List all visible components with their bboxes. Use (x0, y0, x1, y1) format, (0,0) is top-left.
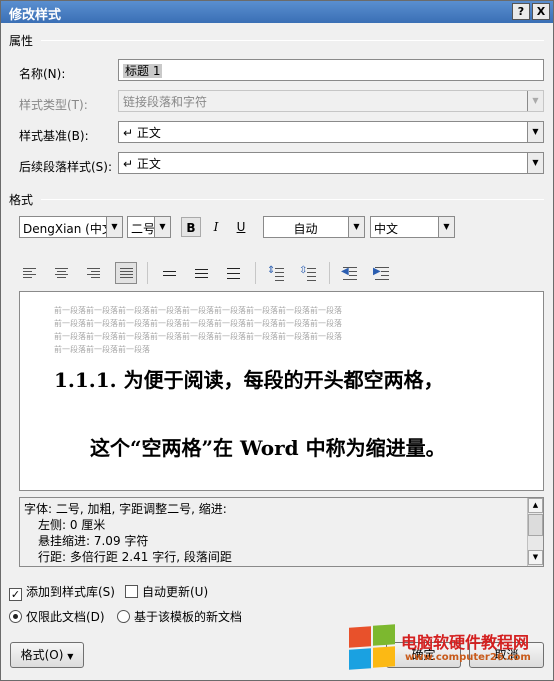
toolbar-divider (255, 262, 256, 284)
preview-heading-line2: 这个“空两格”在 Word 中称为缩进量。 (90, 436, 446, 460)
new-documents-label: 基于该模板的新文档 (134, 610, 243, 624)
windows-logo-watermark (347, 623, 397, 671)
toolbar-divider (329, 262, 330, 284)
name-value: 标题 1 (123, 64, 163, 78)
chevron-down-icon[interactable]: ▼ (154, 217, 170, 237)
chevron-down-icon[interactable]: ▼ (348, 217, 364, 237)
description-line: 悬挂缩进: 7.09 字符 (38, 534, 149, 548)
chevron-down-icon: ▼ (67, 652, 74, 661)
name-label: 名称(N): (19, 67, 66, 81)
radio-selected-icon[interactable] (9, 610, 22, 623)
decrease-paragraph-spacing-icon[interactable]: ⇳ (297, 262, 319, 284)
size-value: 二号 (131, 222, 156, 236)
chevron-down-icon[interactable]: ▼ (438, 217, 454, 237)
watermark-url: www.computer26.com (405, 652, 531, 663)
bold-button[interactable]: B (181, 217, 201, 237)
font-color-value: 自动 (293, 222, 318, 236)
style-type-label: 样式类型(T): (19, 98, 88, 112)
scroll-down-icon[interactable]: ▼ (528, 550, 543, 565)
dialog-title: 修改样式 (9, 8, 62, 23)
preview-pane: 前一段落前一段落前一段落前一段落前一段落前一段落前一段落前一段落前一段落 前一段… (19, 291, 544, 491)
style-type-select: 链接段落和字符 ▼ (118, 90, 544, 112)
size-select[interactable]: 二号 ▼ (127, 216, 171, 238)
checkmark-icon[interactable]: ✓ (9, 588, 22, 601)
chevron-down-icon[interactable]: ▼ (106, 217, 122, 237)
preview-heading-line1: 1.1.1. 为便于阅读，每段的开头都空两格， (54, 368, 444, 392)
align-center-icon[interactable] (51, 262, 73, 284)
align-right-icon[interactable] (83, 262, 105, 284)
modify-style-dialog: 修改样式 ? X 属性 名称(N): 标题 1 样式类型(T): 链接段落和字符… (0, 0, 554, 681)
scroll-up-icon[interactable]: ▲ (528, 498, 543, 513)
format-separator (41, 199, 544, 200)
close-button[interactable]: X (532, 3, 550, 20)
font-select[interactable]: DengXian (中文 ▼ (19, 216, 123, 238)
increase-indent-icon[interactable]: ▶ (371, 262, 393, 284)
auto-update-label: 自动更新(U) (142, 585, 209, 599)
single-spacing-icon[interactable] (159, 262, 181, 284)
previous-paragraph-text: 前一段落前一段落前一段落前一段落前一段落前一段落前一段落前一段落前一段落 (54, 306, 342, 315)
checkbox-icon[interactable] (125, 585, 138, 598)
name-input[interactable]: 标题 1 (118, 59, 544, 81)
justify-icon[interactable] (115, 262, 137, 284)
double-spacing-icon[interactable] (223, 262, 245, 284)
based-on-select[interactable]: ↵ 正文 ▼ (118, 121, 544, 143)
chevron-down-icon: ▼ (527, 91, 543, 111)
based-on-value: ↵ 正文 (123, 126, 161, 140)
new-documents-radio[interactable]: 基于该模板的新文档 (117, 608, 242, 625)
chevron-down-icon[interactable]: ▼ (527, 153, 543, 173)
next-style-value: ↵ 正文 (123, 157, 161, 171)
add-to-gallery-label: 添加到样式库(S) (26, 585, 115, 599)
decrease-indent-icon[interactable]: ◀ (339, 262, 361, 284)
scroll-thumb[interactable] (528, 514, 543, 536)
based-on-label: 样式基准(B): (19, 129, 89, 143)
one-half-spacing-icon[interactable] (191, 262, 213, 284)
style-description: 字体: 二号, 加粗, 字距调整二号, 缩进: 左侧: 0 厘米 悬挂缩进: 7… (19, 497, 544, 567)
description-line: 字体: 二号, 加粗, 字距调整二号, 缩进: (24, 502, 227, 516)
chevron-down-icon[interactable]: ▼ (527, 122, 543, 142)
previous-paragraph-text: 前一段落前一段落前一段落 (54, 345, 150, 354)
description-line: 左侧: 0 厘米 (38, 518, 106, 532)
align-left-icon[interactable] (19, 262, 41, 284)
radio-icon[interactable] (117, 610, 130, 623)
properties-separator (41, 40, 544, 41)
toolbar-divider (147, 262, 148, 284)
style-type-value: 链接段落和字符 (123, 95, 208, 109)
format-button-label: 格式(O) (20, 648, 64, 662)
watermark-text: 电脑软硬件教程网 (401, 633, 530, 652)
only-this-document-radio[interactable]: 仅限此文档(D) (9, 608, 105, 625)
font-value: DengXian (中文 (23, 222, 114, 236)
add-to-gallery-checkbox[interactable]: ✓ 添加到样式库(S) (9, 583, 115, 601)
language-value: 中文 (374, 222, 399, 236)
italic-button[interactable]: I (206, 217, 226, 237)
increase-paragraph-spacing-icon[interactable]: ⇕ (265, 262, 287, 284)
description-scrollbar[interactable]: ▲ ▼ (527, 498, 543, 566)
font-color-select[interactable]: 自动 ▼ (263, 216, 365, 238)
description-line: 行距: 多倍行距 2.41 字行, 段落间距 (38, 550, 232, 564)
language-select[interactable]: 中文 ▼ (370, 216, 455, 238)
title-bar: 修改样式 ? X (1, 1, 553, 23)
auto-update-checkbox[interactable]: 自动更新(U) (125, 583, 208, 600)
format-heading: 格式 (9, 193, 34, 207)
previous-paragraph-text: 前一段落前一段落前一段落前一段落前一段落前一段落前一段落前一段落前一段落 (54, 332, 342, 341)
underline-button[interactable]: U (231, 217, 251, 237)
properties-heading: 属性 (9, 34, 34, 48)
help-button[interactable]: ? (512, 3, 530, 20)
format-menu-button[interactable]: 格式(O) ▼ (10, 642, 84, 668)
next-style-label: 后续段落样式(S): (19, 160, 113, 174)
only-this-document-label: 仅限此文档(D) (26, 610, 105, 624)
previous-paragraph-text: 前一段落前一段落前一段落前一段落前一段落前一段落前一段落前一段落前一段落 (54, 319, 342, 328)
next-style-select[interactable]: ↵ 正文 ▼ (118, 152, 544, 174)
